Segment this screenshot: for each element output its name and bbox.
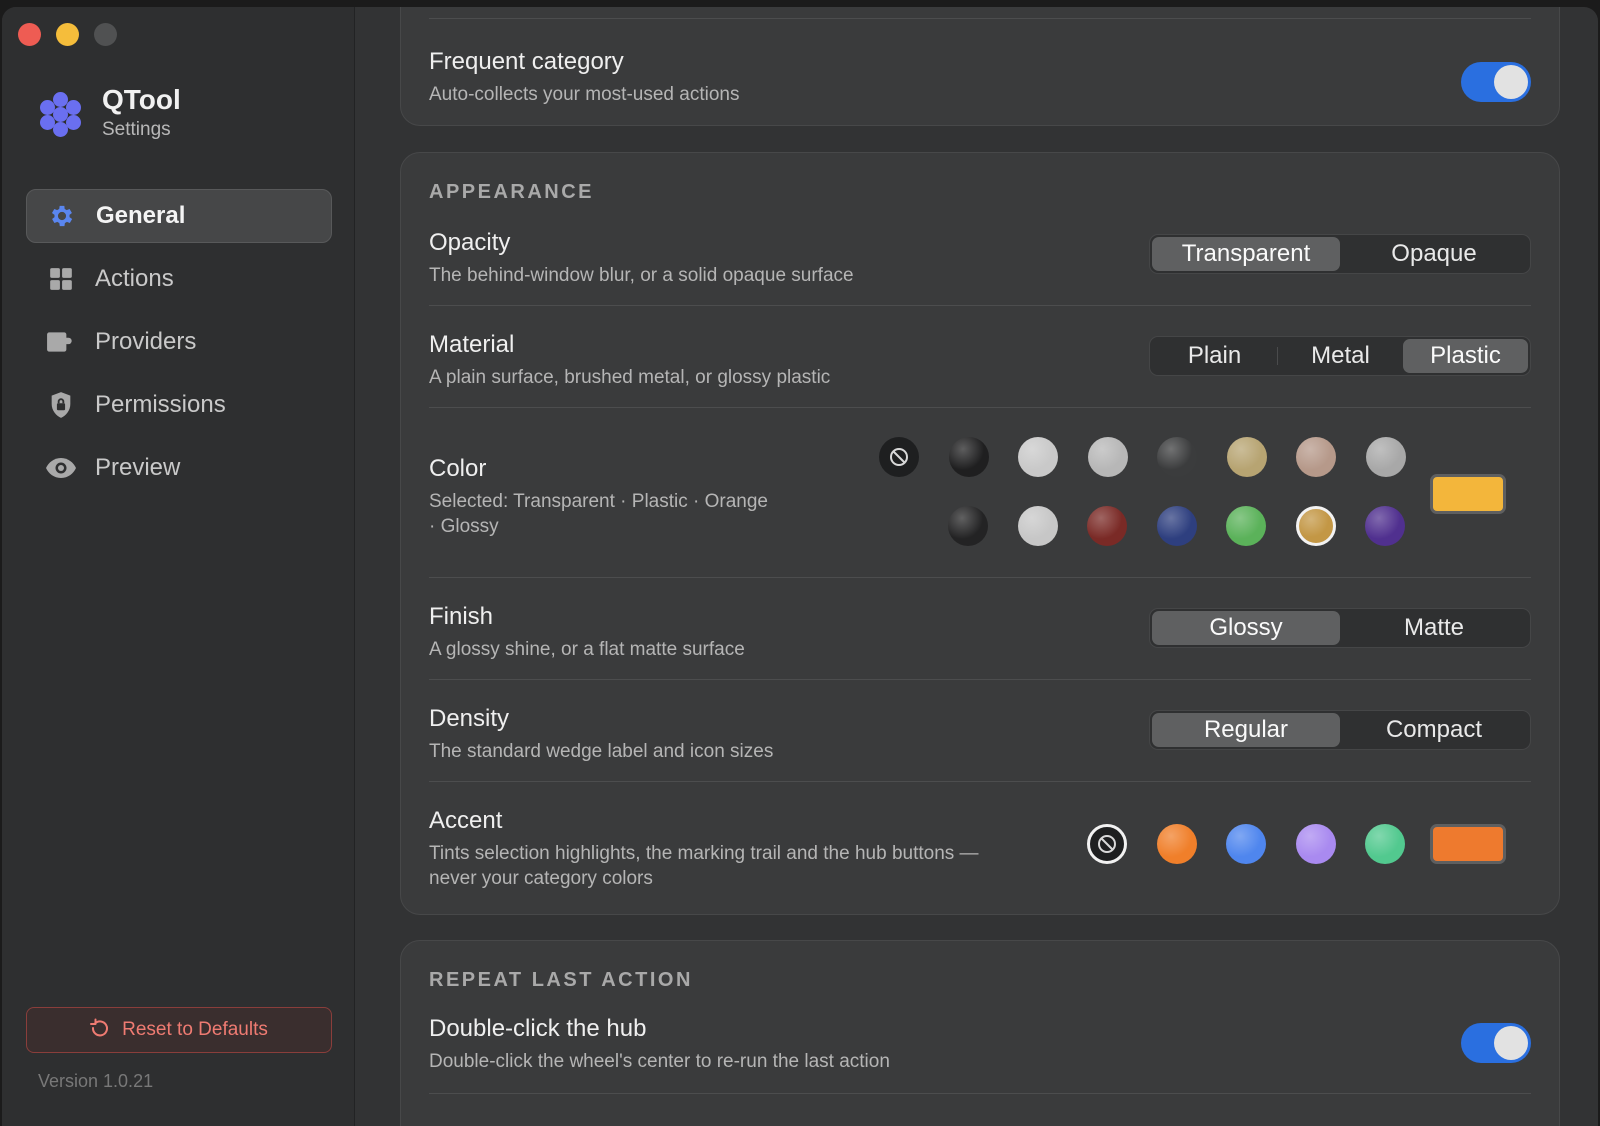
double-click-hub-toggle[interactable] <box>1461 1023 1531 1063</box>
color-swatch[interactable] <box>1017 506 1058 546</box>
accent-swatch[interactable] <box>1295 824 1336 864</box>
no-color-swatch[interactable] <box>879 437 919 477</box>
color-swatch[interactable] <box>948 437 989 477</box>
accent-preview-swatch[interactable] <box>1430 824 1506 864</box>
sidebar-item-actions[interactable]: Actions <box>26 252 332 306</box>
material-option-plastic[interactable]: Plastic <box>1403 339 1528 373</box>
divider <box>429 781 1531 782</box>
accent-swatch[interactable] <box>1365 824 1405 864</box>
accent-swatch[interactable] <box>1226 824 1266 864</box>
finish-option-matte[interactable]: Matte <box>1340 611 1528 645</box>
accent-swatch[interactable] <box>1156 824 1197 864</box>
divider <box>429 577 1531 578</box>
color-swatch[interactable] <box>1018 437 1058 477</box>
general-card: Frequent category Auto-collects your mos… <box>400 7 1560 126</box>
color-swatch[interactable] <box>1226 437 1267 477</box>
material-segmented-control: Plain Metal Plastic <box>1149 336 1531 376</box>
row-title: Accent <box>429 807 503 834</box>
main-content: Frequent category Auto-collects your mos… <box>355 7 1598 1126</box>
settings-window: QTool Settings General Actions Providers… <box>2 7 1598 1126</box>
frequent-category-toggle[interactable] <box>1461 62 1531 102</box>
color-preview-swatch[interactable] <box>1430 474 1506 514</box>
divider <box>429 18 1531 19</box>
appearance-card: APPEARANCE Opacity The behind-window blu… <box>400 152 1560 915</box>
double-click-hub-row: Double-click the hub Double-click the wh… <box>429 1015 1531 1074</box>
app-brand: QTool Settings <box>38 85 181 143</box>
color-swatch[interactable] <box>1365 506 1405 546</box>
reset-icon <box>90 1018 110 1043</box>
frequent-category-row: Frequent category Auto-collects your mos… <box>429 48 1531 107</box>
row-description: Double-click the wheel's center to re-ru… <box>429 1051 890 1072</box>
minimize-window-button[interactable] <box>56 23 79 46</box>
plugin-icon <box>44 325 78 359</box>
gear-icon <box>45 199 79 233</box>
opacity-option-opaque[interactable]: Opaque <box>1340 237 1528 271</box>
color-swatch[interactable] <box>1157 437 1197 477</box>
divider <box>429 1093 1531 1094</box>
app-name: QTool <box>102 84 181 115</box>
sidebar-item-label: Providers <box>95 328 197 355</box>
sidebar-item-label: General <box>96 202 186 229</box>
sidebar-item-general[interactable]: General <box>26 189 332 243</box>
divider <box>429 305 1531 306</box>
sidebar-nav: General Actions Providers Permissions Pr… <box>26 189 332 504</box>
sidebar-item-label: Actions <box>95 265 174 292</box>
sidebar-item-providers[interactable]: Providers <box>26 315 332 369</box>
row-title: Frequent category <box>429 48 624 75</box>
sidebar-item-preview[interactable]: Preview <box>26 441 332 495</box>
color-swatch[interactable] <box>948 506 988 546</box>
color-swatch[interactable] <box>1365 437 1406 477</box>
color-swatch[interactable] <box>1156 506 1197 546</box>
reset-label: Reset to Defaults <box>122 1019 268 1040</box>
color-swatch[interactable] <box>1226 506 1266 546</box>
section-title: REPEAT LAST ACTION <box>429 969 693 991</box>
density-segmented-control: Regular Compact <box>1149 710 1531 750</box>
row-title: Double-click the hub <box>429 1015 647 1042</box>
grid-icon <box>44 262 78 296</box>
color-swatch[interactable] <box>1295 506 1336 546</box>
color-swatch[interactable] <box>1296 437 1336 477</box>
opacity-option-transparent[interactable]: Transparent <box>1152 237 1340 271</box>
row-description: Auto-collects your most-used actions <box>429 84 740 105</box>
close-window-button[interactable] <box>18 23 41 46</box>
app-logo-icon <box>38 90 84 137</box>
divider <box>429 679 1531 680</box>
section-title: APPEARANCE <box>429 181 595 203</box>
reset-to-defaults-button[interactable]: Reset to Defaults <box>26 1007 332 1053</box>
sidebar: QTool Settings General Actions Providers… <box>2 7 355 1126</box>
repeat-last-action-card: REPEAT LAST ACTION Double-click the hub … <box>400 940 1560 1126</box>
no-accent-swatch[interactable] <box>1087 824 1127 864</box>
lock-shield-icon <box>44 388 78 422</box>
window-controls <box>18 23 117 46</box>
sidebar-item-permissions[interactable]: Permissions <box>26 378 332 432</box>
divider <box>429 407 1531 408</box>
version-label: Version 1.0.21 <box>38 1071 154 1091</box>
density-option-regular[interactable]: Regular <box>1152 713 1340 747</box>
sidebar-item-label: Preview <box>95 454 181 481</box>
material-option-metal[interactable]: Metal <box>1278 339 1403 373</box>
accent-desc-line-2: never your category colors <box>429 868 653 889</box>
opacity-segmented-control: Transparent Opaque <box>1149 234 1531 274</box>
color-swatch[interactable] <box>1087 506 1127 546</box>
app-subtitle: Settings <box>102 119 171 140</box>
sidebar-item-label: Permissions <box>95 391 226 418</box>
finish-segmented-control: Glossy Matte <box>1149 608 1531 648</box>
density-option-compact[interactable]: Compact <box>1340 713 1528 747</box>
color-swatch[interactable] <box>1087 437 1128 477</box>
finish-option-glossy[interactable]: Glossy <box>1152 611 1340 645</box>
zoom-window-button[interactable] <box>94 23 117 46</box>
material-option-plain[interactable]: Plain <box>1152 339 1277 373</box>
eye-icon <box>44 451 78 485</box>
